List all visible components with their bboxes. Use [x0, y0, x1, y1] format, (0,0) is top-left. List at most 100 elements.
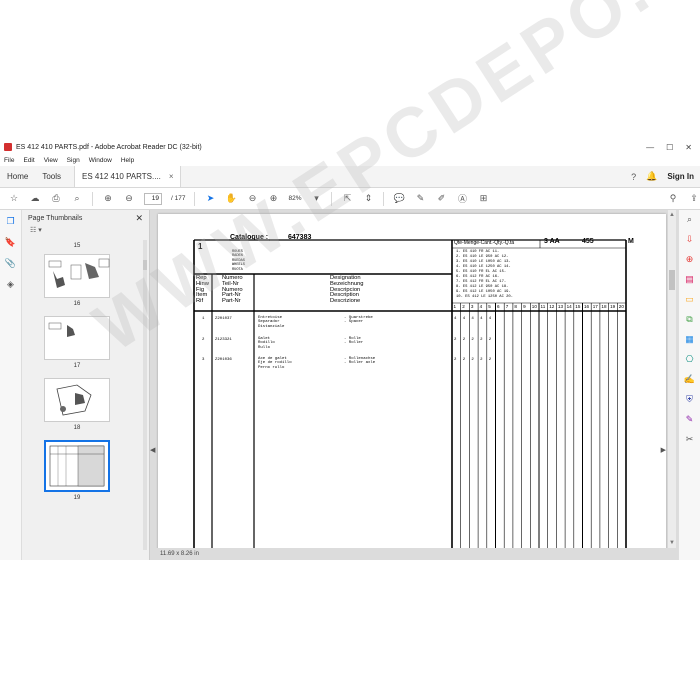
comment-icon[interactable]: 💬 [393, 193, 405, 204]
tab-document[interactable]: ES 412 410 PARTS.... × [74, 166, 181, 187]
attachments-icon[interactable]: 📎 [5, 258, 16, 269]
thumbnail-page-19[interactable]: 19 [42, 440, 112, 501]
edit-pdf-icon[interactable]: ▤ [685, 274, 694, 285]
print-icon[interactable]: ⎙ [50, 193, 62, 204]
more-tools-icon[interactable]: ✂ [686, 434, 694, 445]
page-number-input[interactable]: 19 [144, 192, 162, 205]
qty-column-number: 3 [470, 304, 474, 309]
left-rail: ❐ 🔖 📎 ◈ [0, 210, 22, 560]
menu-window[interactable]: Window [89, 157, 112, 164]
zoom-dropdown-icon[interactable]: ▾ [310, 193, 322, 204]
menu-view[interactable]: View [44, 157, 58, 164]
thumbnail-image [44, 440, 110, 492]
zoom-in-icon[interactable]: ⊕ [267, 193, 279, 204]
thumbnail-page-16[interactable]: 16 [42, 254, 112, 307]
export-pdf-icon[interactable]: ⇩ [686, 234, 694, 245]
qty-cell: 2 [462, 358, 466, 362]
menu-edit[interactable]: Edit [23, 157, 34, 164]
part-column-header: Numero Teil-Nr Numero Part-Nr Part-Nr [222, 275, 243, 305]
menu-sign[interactable]: Sign [67, 157, 80, 164]
text-edit-icon[interactable]: Ⓐ [456, 192, 468, 205]
notification-bell-icon[interactable]: 🔔 [646, 171, 657, 182]
fit-page-icon[interactable]: ⇱ [341, 193, 353, 204]
document-viewer[interactable]: 1 Catalogue : 647383 Qté-Menge-Cant.-Qty… [150, 210, 678, 560]
thumbnail-options-menu[interactable]: ☷ ▾ [22, 226, 149, 240]
request-signature-icon[interactable]: ✎ [686, 414, 694, 425]
qty-cell: 4 [454, 317, 457, 321]
item-number: 1 [198, 242, 203, 251]
protect-icon[interactable]: ⛨ [686, 394, 693, 405]
menu-help[interactable]: Help [121, 157, 134, 164]
scroll-down-icon[interactable]: ▼ [669, 540, 675, 546]
create-pdf-icon[interactable]: ⊕ [686, 254, 694, 265]
qty-cell: 2 [480, 358, 483, 362]
comment-tool-icon[interactable]: ▭ [685, 294, 694, 305]
tab-tools[interactable]: Tools [35, 166, 68, 187]
next-page-icon[interactable]: ⊖ [123, 193, 135, 204]
thumbnail-image [44, 378, 110, 422]
qty-column-number: 7 [505, 304, 509, 309]
combine-files-icon[interactable]: ⧉ [686, 314, 692, 325]
close-panel-icon[interactable]: ✕ [135, 213, 143, 224]
fill-sign-icon[interactable]: ✍ [684, 374, 695, 385]
thumbnail-label: 19 [73, 495, 81, 501]
catalogue-value: 455 [582, 238, 594, 245]
qty-column-number: 19 [610, 304, 616, 309]
qty-column-number: 2 [462, 304, 465, 309]
close-window-button[interactable]: ✕ [685, 143, 692, 152]
search-icon[interactable]: ⌕ [71, 193, 83, 204]
scroll-up-icon[interactable]: ▲ [669, 212, 675, 218]
thumbnail-page-18[interactable]: 18 [42, 378, 112, 431]
share-link-icon[interactable]: ⚲ [667, 193, 679, 204]
help-icon[interactable]: ? [631, 172, 636, 182]
row-rep: 1 [202, 317, 205, 321]
qty-column-number: 9 [523, 304, 526, 309]
row-rep: 3 [202, 358, 205, 362]
minimize-button[interactable]: — [646, 143, 654, 152]
qty-column-number: 5 [488, 304, 491, 309]
scroll-mode-icon[interactable]: ⇕ [362, 193, 374, 204]
qty-column-number: 6 [497, 304, 500, 309]
page-thumbnails-icon[interactable]: ❐ [6, 216, 14, 227]
menu-file[interactable]: File [4, 157, 14, 164]
bookmark-star-icon[interactable]: ☆ [8, 193, 20, 204]
catalogue-label: Catalogue : [230, 234, 269, 241]
qty-column-number: 16 [584, 304, 590, 309]
draw-icon[interactable]: ✐ [435, 193, 447, 204]
stamp-icon[interactable]: ⊞ [477, 193, 489, 204]
select-cursor-icon[interactable]: ➤ [204, 193, 216, 204]
maximize-button[interactable]: ☐ [666, 143, 673, 152]
thumbnail-page-15[interactable]: 15 [42, 240, 112, 249]
hand-tool-icon[interactable]: ✋ [225, 193, 237, 204]
upload-cloud-icon[interactable]: ☁ [29, 193, 41, 204]
scrollbar-thumb[interactable] [669, 270, 675, 290]
page-total: / 177 [171, 195, 186, 202]
bookmarks-icon[interactable]: 🔖 [5, 237, 16, 248]
previous-arrow-icon[interactable]: ◀ [150, 446, 155, 454]
sign-in-button[interactable]: Sign In [667, 172, 694, 181]
search-tools-icon[interactable]: ⌕ [687, 214, 692, 225]
thumbnail-page-17[interactable]: 17 [42, 316, 112, 369]
share-icon[interactable]: ⇪ [688, 193, 700, 204]
organize-pages-icon[interactable]: ▦ [685, 334, 694, 345]
layers-icon[interactable]: ◈ [7, 279, 14, 290]
tab-home[interactable]: Home [0, 166, 35, 187]
document-scrollbar[interactable]: ▲ ▼ [668, 210, 676, 560]
zoom-out-icon[interactable]: ⊖ [246, 193, 258, 204]
qty-cell: 2 [471, 358, 474, 362]
tab-close-icon[interactable]: × [169, 172, 174, 181]
next-arrow-icon[interactable]: ▶ [661, 446, 666, 454]
scan-ocr-icon[interactable]: ⎔ [686, 354, 694, 365]
qty-column-number: 10 [531, 304, 537, 309]
qty-cell: 4 [488, 317, 492, 321]
thumbnails-panel: Page Thumbnails ✕ ☷ ▾ 15 16 17 18 19 [22, 210, 150, 560]
acrobat-logo-icon [4, 143, 12, 151]
previous-page-icon[interactable]: ⊕ [102, 193, 114, 204]
qty-column-number: 13 [557, 304, 564, 309]
thumbnails-scrollbar[interactable] [143, 240, 147, 550]
highlight-pen-icon[interactable]: ✎ [414, 193, 426, 204]
qty-column-number: 14 [566, 304, 572, 309]
qty-cell: 2 [471, 338, 474, 342]
zoom-level[interactable]: 82% [288, 195, 301, 202]
row-part-number: Z123321 [215, 338, 232, 342]
